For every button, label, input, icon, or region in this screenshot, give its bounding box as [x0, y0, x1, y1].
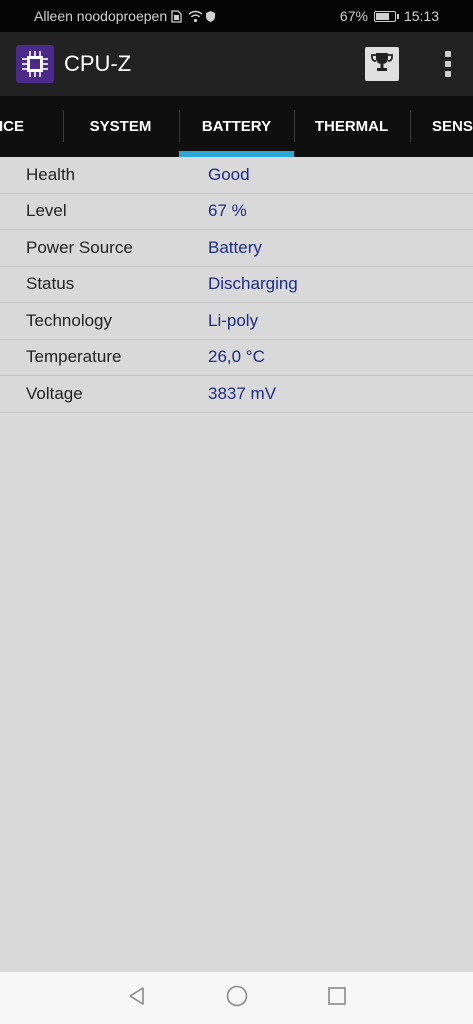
tab-label: VICE	[0, 118, 24, 135]
trophy-button[interactable]	[365, 47, 399, 81]
row-value: 26,0 °C	[208, 347, 265, 367]
back-icon	[126, 985, 148, 1012]
trophy-icon	[370, 50, 394, 79]
list-item: Power Source Battery	[0, 230, 473, 267]
list-item: Voltage 3837 mV	[0, 376, 473, 413]
system-nav-bar	[0, 972, 473, 1024]
tab-thermal[interactable]: THERMAL	[294, 96, 409, 157]
row-label: Level	[26, 201, 67, 221]
row-label: Voltage	[26, 383, 83, 403]
battery-percent: 67%	[339, 8, 368, 24]
row-label: Status	[26, 274, 75, 294]
row-value: Good	[208, 164, 250, 184]
list-item: Temperature 26,0 °C	[0, 340, 473, 376]
home-icon	[225, 984, 249, 1013]
row-label: Health	[26, 164, 76, 184]
tab-sensors[interactable]: SENSORS	[410, 96, 473, 157]
list-item: Health Good	[0, 157, 473, 194]
row-label: Temperature	[26, 347, 122, 367]
tab-system[interactable]: SYSTEM	[63, 96, 178, 157]
app-bar: CPU-Z	[0, 32, 473, 96]
status-left: Alleen noodoproepen	[34, 8, 218, 24]
row-value: Li-poly	[208, 310, 259, 330]
list-item: Technology Li-poly	[0, 303, 473, 340]
clock: 15:13	[403, 8, 439, 24]
tab-battery[interactable]: BATTERY	[179, 96, 294, 157]
app-title: CPU-Z	[64, 51, 132, 76]
shield-icon	[205, 10, 218, 23]
status-bar: Alleen noodoproepen 67% 15:13	[0, 0, 473, 32]
sim-card-icon	[171, 9, 184, 23]
recents-button[interactable]	[287, 972, 387, 1024]
battery-info-list: Health Good Level 67 % Power Source Batt…	[0, 157, 473, 413]
list-item: Status Discharging	[0, 267, 473, 303]
tab-label: SENSORS	[432, 118, 473, 135]
tab-bar: VICE SYSTEM BATTERY THERMAL SENSORS	[0, 96, 473, 157]
battery-fill	[375, 12, 390, 20]
app-actions	[365, 47, 457, 81]
row-value: Discharging	[208, 274, 298, 294]
tab-device[interactable]: VICE	[0, 96, 64, 157]
battery-icon	[373, 10, 399, 22]
tab-label: BATTERY	[201, 118, 272, 135]
status-right: 67% 15:13	[340, 8, 439, 24]
tab-label: SYSTEM	[89, 118, 152, 135]
home-button[interactable]	[187, 972, 287, 1024]
overflow-menu-icon	[445, 51, 451, 57]
recents-icon	[326, 985, 348, 1012]
list-item: Level 67 %	[0, 194, 473, 230]
tab-label: THERMAL	[314, 118, 389, 135]
wifi-icon	[188, 10, 203, 23]
cpu-chip-icon	[16, 45, 54, 83]
overflow-menu-button[interactable]	[439, 47, 457, 81]
back-button[interactable]	[87, 972, 187, 1024]
row-value: 67 %	[208, 201, 247, 221]
row-value: 3837 mV	[208, 383, 277, 403]
row-label: Power Source	[26, 237, 133, 257]
row-label: Technology	[26, 310, 113, 330]
carrier-text: Alleen noodoproepen	[34, 8, 168, 24]
row-value: Battery	[208, 237, 262, 257]
